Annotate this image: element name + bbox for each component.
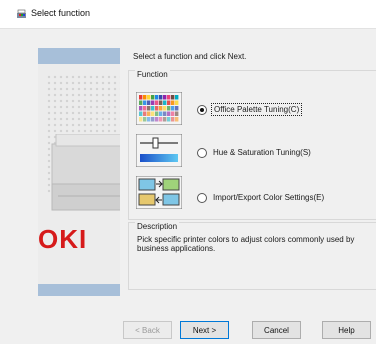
- back-button[interactable]: < Back: [123, 321, 172, 339]
- option-label[interactable]: Hue & Saturation Tuning(S): [211, 147, 313, 158]
- next-button[interactable]: Next >: [180, 321, 229, 339]
- description-text: Pick specific printer colors to adjust c…: [137, 235, 355, 253]
- color-palette-icon[interactable]: [136, 92, 182, 125]
- import-export-icon[interactable]: [136, 176, 182, 209]
- cancel-button[interactable]: Cancel: [252, 321, 301, 339]
- hue-saturation-radio[interactable]: [197, 147, 207, 158]
- printer-illustration: [51, 134, 120, 211]
- import-export-radio[interactable]: [197, 192, 207, 203]
- option-label[interactable]: Import/Export Color Settings(E): [211, 192, 326, 203]
- function-group-label: Function: [135, 70, 170, 79]
- instruction-text: Select a function and click Next.: [133, 52, 247, 61]
- function-group: Function Office Palette Tuning(C) Hue & …: [128, 70, 376, 220]
- title-bar: Select function: [0, 0, 376, 29]
- panel-band-bottom: [38, 284, 120, 296]
- hue-slider-icon[interactable]: [136, 134, 182, 167]
- brand-panel: OKI: [38, 48, 120, 296]
- help-button[interactable]: Help: [322, 321, 371, 339]
- option-label[interactable]: Office Palette Tuning(C): [211, 103, 303, 116]
- option-office-palette[interactable]: Office Palette Tuning(C): [197, 103, 303, 116]
- printer-color-icon: [17, 9, 26, 18]
- description-label: Description: [135, 222, 180, 231]
- window-title: Select function: [31, 8, 91, 18]
- office-palette-radio[interactable]: [197, 104, 207, 115]
- description-group: Description Pick specific printer colors…: [128, 222, 376, 290]
- option-hue-saturation[interactable]: Hue & Saturation Tuning(S): [197, 147, 313, 158]
- panel-band-top: [38, 48, 120, 64]
- oki-logo: OKI: [38, 224, 88, 254]
- option-import-export[interactable]: Import/Export Color Settings(E): [197, 192, 326, 203]
